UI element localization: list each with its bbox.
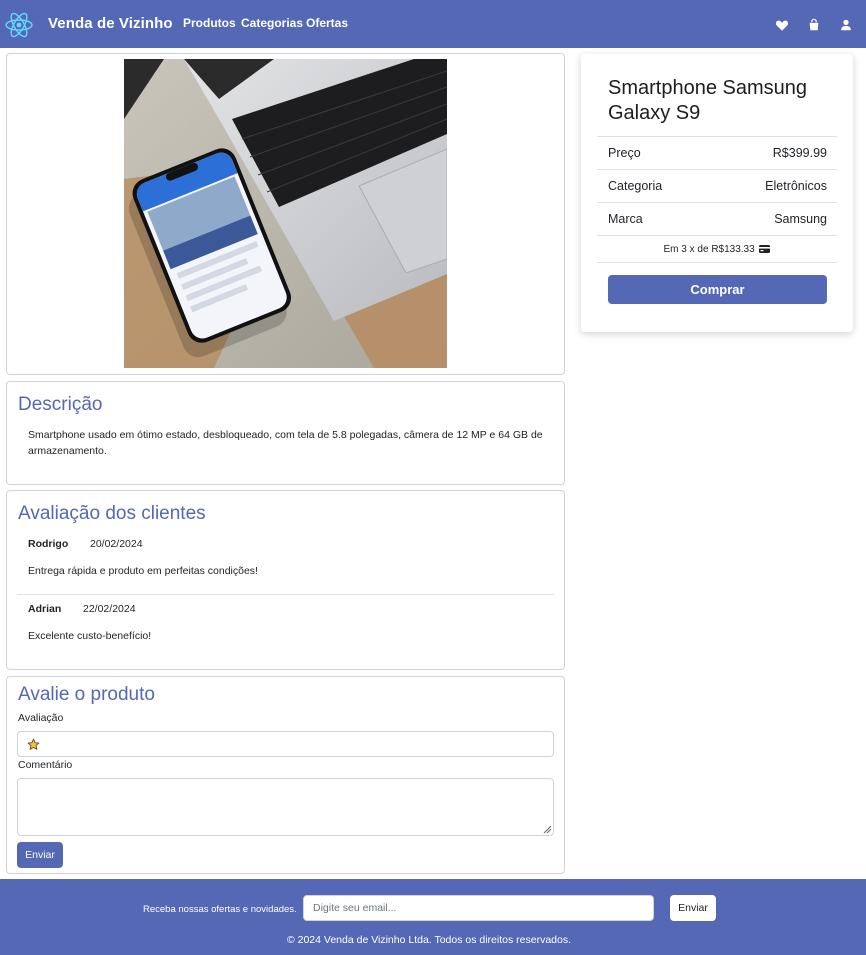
brand-row: Marca Samsung: [597, 202, 837, 235]
price-value: R$399.99: [772, 146, 827, 160]
description-title: Descrição: [18, 394, 103, 415]
review-divider: [17, 594, 554, 595]
review-date: 22/02/2024: [83, 603, 136, 615]
product-title: Smartphone Samsung Galaxy S9: [608, 77, 808, 124]
description-text: Smartphone usado em ótimo estado, desblo…: [28, 429, 543, 457]
comment-textarea[interactable]: [17, 778, 554, 836]
rating-label: Avaliação: [18, 712, 64, 724]
price-label: Preço: [608, 146, 641, 160]
rating-input[interactable]: [17, 731, 554, 757]
brand-value: Samsung: [774, 212, 827, 226]
heart-icon[interactable]: [775, 18, 789, 32]
credit-card-icon: [759, 245, 771, 253]
nav-link-ofertas[interactable]: Ofertas: [306, 16, 348, 30]
copyright: © 2024 Venda de Vizinho Ltda. Todos os d…: [286, 934, 572, 946]
react-logo-icon[interactable]: [4, 10, 34, 40]
submit-review-button[interactable]: Enviar: [17, 842, 63, 868]
price-row: Preço R$399.99: [597, 136, 837, 169]
star-icon[interactable]: [27, 738, 40, 751]
user-icon[interactable]: [839, 18, 853, 32]
comment-label: Comentário: [18, 759, 73, 771]
brand-name[interactable]: Venda de Vizinho: [48, 15, 173, 32]
review-form-title: Avalie o produto: [18, 684, 155, 705]
newsletter-email-input[interactable]: Digite seu email...: [303, 895, 654, 921]
newsletter-submit-button[interactable]: Enviar: [670, 895, 716, 921]
review-author: Adrian: [28, 603, 62, 615]
reviews-card: Avaliação dos clientes Rodrigo 20/02/202…: [6, 490, 565, 670]
category-row: Categoria Eletrônicos: [597, 169, 837, 202]
product-image: [124, 59, 447, 368]
resize-handle-icon[interactable]: [543, 825, 551, 833]
nav-link-produtos[interactable]: Produtos: [183, 16, 236, 30]
installments-text: Em 3 x de R$133.33: [663, 244, 755, 255]
brand-label: Marca: [608, 212, 643, 226]
review-author: Rodrigo: [28, 538, 69, 550]
category-value: Eletrônicos: [765, 179, 827, 193]
footer: Receba nossas ofertas e novidades. Digit…: [0, 879, 866, 955]
description-card: Descrição Smartphone usado em ótimo esta…: [6, 381, 565, 485]
review-text: Excelente custo-benefício!: [28, 630, 152, 642]
shopping-bag-icon[interactable]: [807, 18, 821, 32]
nav-link-categorias[interactable]: Categorias: [241, 16, 303, 30]
installments-info: Em 3 x de R$133.33: [597, 235, 837, 263]
reviews-title: Avaliação dos clientes: [18, 503, 206, 524]
newsletter-text: Receba nossas ofertas e novidades.: [143, 904, 297, 915]
category-label: Categoria: [608, 179, 663, 193]
product-image-card: [6, 53, 565, 375]
review-date: 20/02/2024: [90, 538, 143, 550]
buy-button[interactable]: Comprar: [608, 275, 827, 304]
navbar: Venda de Vizinho Produtos Categorias Ofe…: [0, 0, 866, 48]
review-form-card: Avalie o produto Avaliação Comentário En…: [6, 676, 565, 874]
review-text: Entrega rápida e produto em perfeitas co…: [28, 565, 258, 577]
product-info-panel: Smartphone Samsung Galaxy S9 Preço R$399…: [581, 54, 853, 332]
